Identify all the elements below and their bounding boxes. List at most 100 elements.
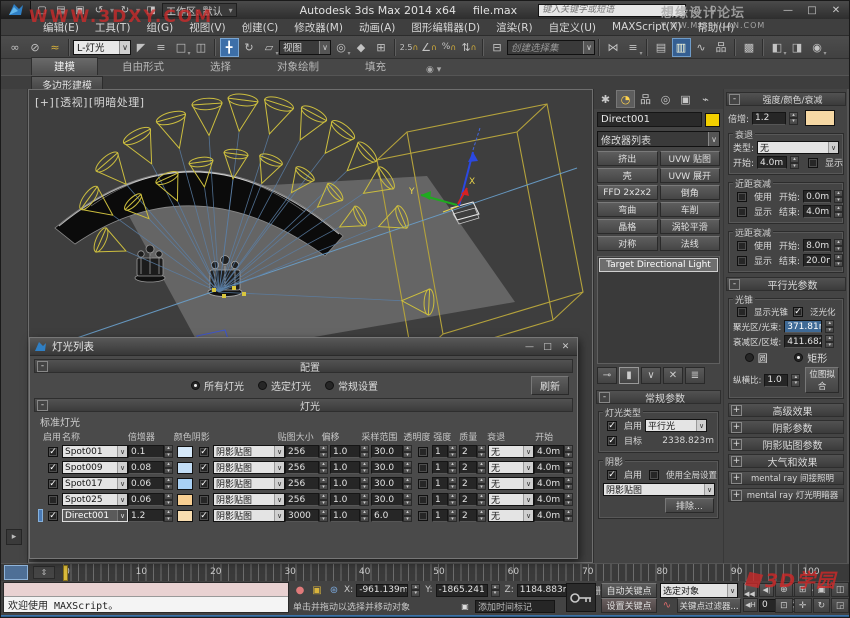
create-tab-icon[interactable]: ✱ <box>596 90 615 108</box>
select-and-rotate-icon[interactable]: ↻ <box>240 38 259 57</box>
map-size-field[interactable]: 256 <box>285 477 319 490</box>
go-to-start-icon[interactable]: |◀◀ <box>743 583 758 597</box>
aspect-field[interactable]: 1.0 <box>764 374 788 387</box>
mirror-icon[interactable]: ⋈ <box>604 38 623 57</box>
zoom-region-icon[interactable]: ⊡ <box>775 598 793 613</box>
motion-tab-icon[interactable]: ◎ <box>656 90 675 108</box>
light-enable-checkbox[interactable] <box>48 479 58 489</box>
angle-snap-icon[interactable]: ∠∩ <box>420 38 439 57</box>
modifier-list-combo[interactable]: 修改器列表 ∨ <box>597 131 720 147</box>
start-spinner[interactable]: ▴▾ <box>564 477 573 490</box>
light-enable-checkbox[interactable] <box>48 447 58 457</box>
rendered-frame-icon[interactable]: ◨ <box>788 38 807 57</box>
z-coordinate-field[interactable]: 1184.883m <box>517 584 571 597</box>
menu-item-9[interactable]: 自定义(U) <box>541 20 604 35</box>
target-checkbox[interactable] <box>607 436 617 446</box>
show-end-result-icon[interactable]: ▮ <box>619 367 639 384</box>
light-enable-checkbox[interactable] <box>48 511 58 521</box>
bias-field[interactable]: 1.0 <box>330 493 360 506</box>
reference-coordinate-combo[interactable]: 视图 ∨ <box>279 40 331 55</box>
modifier-button-10[interactable]: 对称 <box>597 236 658 251</box>
near-show-checkbox[interactable] <box>737 207 747 217</box>
bitmap-fit-button[interactable]: 位图拟合 <box>805 367 839 393</box>
menu-item-10[interactable]: MAXScript(X) <box>604 21 689 33</box>
transparency-checkbox[interactable] <box>418 511 428 521</box>
rollout-collapsed-1[interactable]: +阴影参数 <box>728 420 844 434</box>
far-show-checkbox[interactable] <box>737 256 747 266</box>
light-color-swatch[interactable] <box>177 478 193 490</box>
menu-item-3[interactable]: 视图(V) <box>181 20 233 35</box>
menu-item-4[interactable]: 创建(C) <box>234 20 287 35</box>
sample-range-spinner[interactable]: ▴▾ <box>403 461 412 474</box>
zoom-icon[interactable]: ⊕ <box>775 582 793 597</box>
shadow-type-combo[interactable]: 阴影贴图∨ <box>213 509 285 522</box>
new-file-icon[interactable]: ▢ <box>34 3 50 17</box>
decay-combo[interactable]: 无∨ <box>488 493 534 506</box>
multiplier-spinner[interactable]: ▴▾ <box>789 112 798 125</box>
dialog-title-bar[interactable]: 灯光列表 — □ ✕ <box>30 338 577 356</box>
modifier-button-6[interactable]: 弯曲 <box>597 202 658 217</box>
bias-spinner[interactable]: ▴▾ <box>360 461 369 474</box>
sample-range-field[interactable]: 30.0 <box>371 493 403 506</box>
bias-field[interactable]: 1.0 <box>330 477 360 490</box>
stack-item-light[interactable]: Target Directional Light <box>599 258 718 272</box>
rollout-collapsed-3[interactable]: +大气和效果 <box>728 454 844 468</box>
decay-combo[interactable]: 无∨ <box>488 509 534 522</box>
start-field[interactable]: 4.0m <box>534 493 564 506</box>
auto-key-button[interactable]: 自动关键点 <box>601 583 657 598</box>
expand-icon[interactable]: + <box>731 439 742 450</box>
object-color-swatch[interactable] <box>705 113 720 127</box>
viewport-menu-shading[interactable]: [明暗处理] <box>89 96 145 109</box>
hierarchy-tab-icon[interactable]: 品 <box>636 90 655 108</box>
overshoot-checkbox[interactable] <box>793 307 803 317</box>
zoom-extents-all-icon[interactable]: ◫ <box>831 582 849 597</box>
modifier-stack[interactable]: Target Directional Light <box>597 256 720 364</box>
light-color-swatch[interactable] <box>177 462 193 474</box>
configure-modifier-sets-icon[interactable]: ≣ <box>685 367 705 384</box>
integrity-spinner[interactable]: ▴▾ <box>448 493 457 506</box>
pin-stack-icon[interactable]: ⊸ <box>597 367 617 384</box>
isolate-selection-icon[interactable]: ● <box>293 583 307 597</box>
select-and-scale-icon[interactable]: ▱▾ <box>260 38 279 57</box>
zoom-all-icon[interactable]: ⊞ <box>794 582 812 597</box>
collapse-icon[interactable]: - <box>729 279 740 290</box>
start-field[interactable]: 4.0m <box>534 445 564 458</box>
map-size-field[interactable]: 256 <box>285 445 319 458</box>
show-cone-checkbox[interactable] <box>737 307 747 317</box>
named-selection-sets-combo[interactable]: 创建选择集 ∨ <box>507 40 595 55</box>
quality-field[interactable]: 2 <box>459 461 477 474</box>
modifier-button-9[interactable]: 涡轮平滑 <box>660 219 721 234</box>
multiplier-field[interactable]: 1.2 <box>128 509 164 522</box>
open-file-icon[interactable]: ▤ <box>53 3 69 17</box>
menu-item-6[interactable]: 动画(A) <box>351 20 403 35</box>
sample-range-spinner[interactable]: ▴▾ <box>403 493 412 506</box>
integrity-field[interactable]: 1 <box>432 445 448 458</box>
expand-icon[interactable]: + <box>731 405 742 416</box>
hotspot-spinner[interactable]: ▴▾ <box>825 320 834 333</box>
x-coordinate-field[interactable]: -961.139m <box>356 584 408 597</box>
menu-item-5[interactable]: 修改器(M) <box>286 20 351 35</box>
start-field[interactable]: 4.0m <box>534 509 564 522</box>
shadow-enable-checkbox[interactable] <box>199 463 209 473</box>
time-tag-icon[interactable]: ▣ <box>458 599 472 613</box>
quality-field[interactable]: 2 <box>459 445 477 458</box>
previous-frame-icon[interactable]: ◀| <box>759 583 774 597</box>
decay-combo[interactable]: 无∨ <box>488 445 534 458</box>
light-name-combo[interactable]: Direct001∨ <box>62 509 128 522</box>
radio-circle[interactable]: 圆 <box>745 350 768 365</box>
rectangular-region-icon[interactable]: □▾ <box>172 38 191 57</box>
decay-combo[interactable]: 无∨ <box>488 461 534 474</box>
quality-field[interactable]: 2 <box>459 509 477 522</box>
modifier-button-8[interactable]: 晶格 <box>597 219 658 234</box>
far-start-spinner[interactable]: ▴▾ <box>834 239 843 252</box>
shadow-enable-checkbox[interactable] <box>199 479 209 489</box>
make-unique-icon[interactable]: ∨ <box>641 367 661 384</box>
bias-spinner[interactable]: ▴▾ <box>360 493 369 506</box>
menu-item-2[interactable]: 组(G) <box>138 20 181 35</box>
aspect-spinner[interactable]: ▴▾ <box>791 374 800 387</box>
rollout-collapsed-4[interactable]: +mental ray 间接照明 <box>728 471 844 485</box>
bias-spinner[interactable]: ▴▾ <box>360 445 369 458</box>
schematic-view-icon[interactable]: 品 <box>712 38 731 57</box>
far-end-field[interactable]: 20.0m <box>803 254 831 267</box>
modify-tab-icon[interactable]: ◔ <box>616 90 635 108</box>
